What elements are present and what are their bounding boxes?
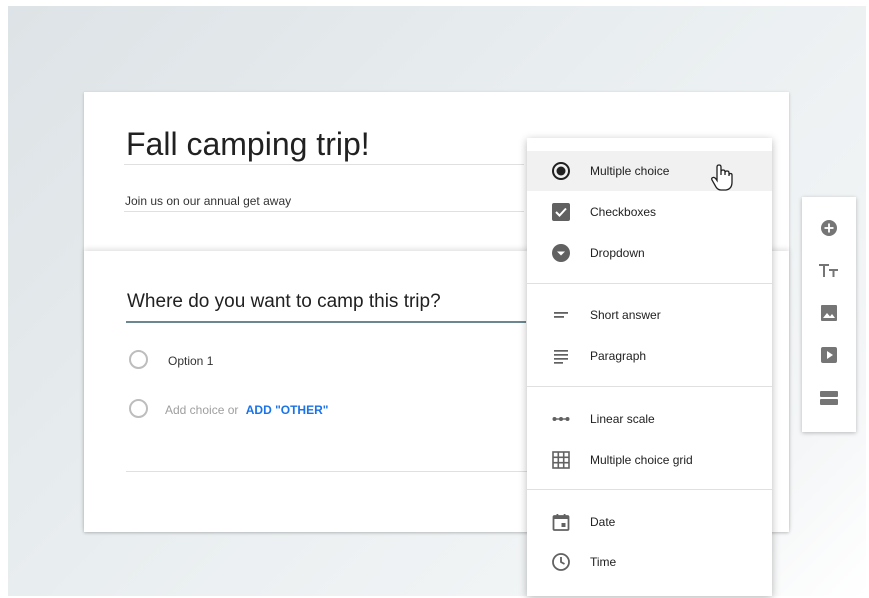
menu-item-multiple-choice[interactable]: Multiple choice bbox=[527, 151, 772, 191]
menu-item-paragraph[interactable]: Paragraph bbox=[527, 336, 772, 376]
add-choice-link[interactable]: Add choice or bbox=[165, 403, 238, 417]
add-image-button[interactable] bbox=[817, 301, 841, 325]
menu-divider bbox=[527, 386, 772, 387]
form-description[interactable]: Join us on our annual get away bbox=[125, 194, 291, 208]
linear-scale-icon bbox=[550, 408, 572, 430]
question-underline bbox=[126, 321, 526, 323]
title-underline bbox=[124, 164, 524, 165]
add-question-icon bbox=[821, 220, 837, 236]
add-choice-row: Add choice or ADD "OTHER" bbox=[165, 403, 328, 417]
title-text-icon bbox=[819, 264, 838, 277]
menu-divider bbox=[527, 283, 772, 284]
add-section-button[interactable] bbox=[817, 386, 841, 410]
menu-item-label: Paragraph bbox=[590, 349, 647, 363]
clock-icon bbox=[550, 551, 572, 573]
short-answer-icon bbox=[550, 304, 572, 326]
question-type-menu: Multiple choice Checkboxes Dropdown Shor… bbox=[527, 138, 772, 596]
grid-icon bbox=[550, 449, 572, 471]
option-label[interactable]: Option 1 bbox=[168, 354, 213, 368]
menu-item-linear-scale[interactable]: Linear scale bbox=[527, 399, 772, 439]
radio-button-icon bbox=[550, 160, 572, 182]
side-toolbar bbox=[802, 197, 856, 432]
add-other-link[interactable]: ADD "OTHER" bbox=[246, 403, 329, 417]
add-title-button[interactable] bbox=[817, 258, 841, 282]
calendar-icon bbox=[550, 511, 572, 533]
menu-item-label: Multiple choice bbox=[590, 164, 670, 178]
menu-item-label: Dropdown bbox=[590, 246, 645, 260]
add-video-button[interactable] bbox=[817, 343, 841, 367]
menu-item-checkboxes[interactable]: Checkboxes bbox=[527, 192, 772, 232]
checkbox-icon bbox=[550, 201, 572, 223]
form-title[interactable]: Fall camping trip! bbox=[126, 126, 370, 163]
description-underline bbox=[124, 211, 524, 212]
menu-divider bbox=[527, 489, 772, 490]
hand-cursor-icon bbox=[709, 163, 735, 193]
video-icon bbox=[821, 347, 837, 363]
image-icon bbox=[821, 305, 837, 321]
menu-item-multiple-choice-grid[interactable]: Multiple choice grid bbox=[527, 440, 772, 480]
menu-item-date[interactable]: Date bbox=[527, 502, 772, 542]
question-title[interactable]: Where do you want to camp this trip? bbox=[127, 291, 441, 313]
dropdown-icon bbox=[550, 242, 572, 264]
menu-item-label: Checkboxes bbox=[590, 205, 657, 219]
add-question-button[interactable] bbox=[817, 216, 841, 240]
menu-item-label: Multiple choice grid bbox=[590, 453, 693, 467]
paragraph-icon bbox=[550, 345, 572, 367]
menu-item-label: Short answer bbox=[590, 308, 661, 322]
add-option-radio-icon bbox=[129, 399, 148, 418]
menu-item-dropdown[interactable]: Dropdown bbox=[527, 233, 772, 273]
option-radio-icon[interactable] bbox=[129, 350, 148, 369]
section-icon bbox=[820, 391, 838, 405]
menu-item-label: Linear scale bbox=[590, 412, 655, 426]
menu-item-short-answer[interactable]: Short answer bbox=[527, 295, 772, 335]
menu-item-label: Date bbox=[590, 515, 616, 529]
menu-item-label: Time bbox=[590, 555, 617, 569]
menu-item-time[interactable]: Time bbox=[527, 542, 772, 582]
